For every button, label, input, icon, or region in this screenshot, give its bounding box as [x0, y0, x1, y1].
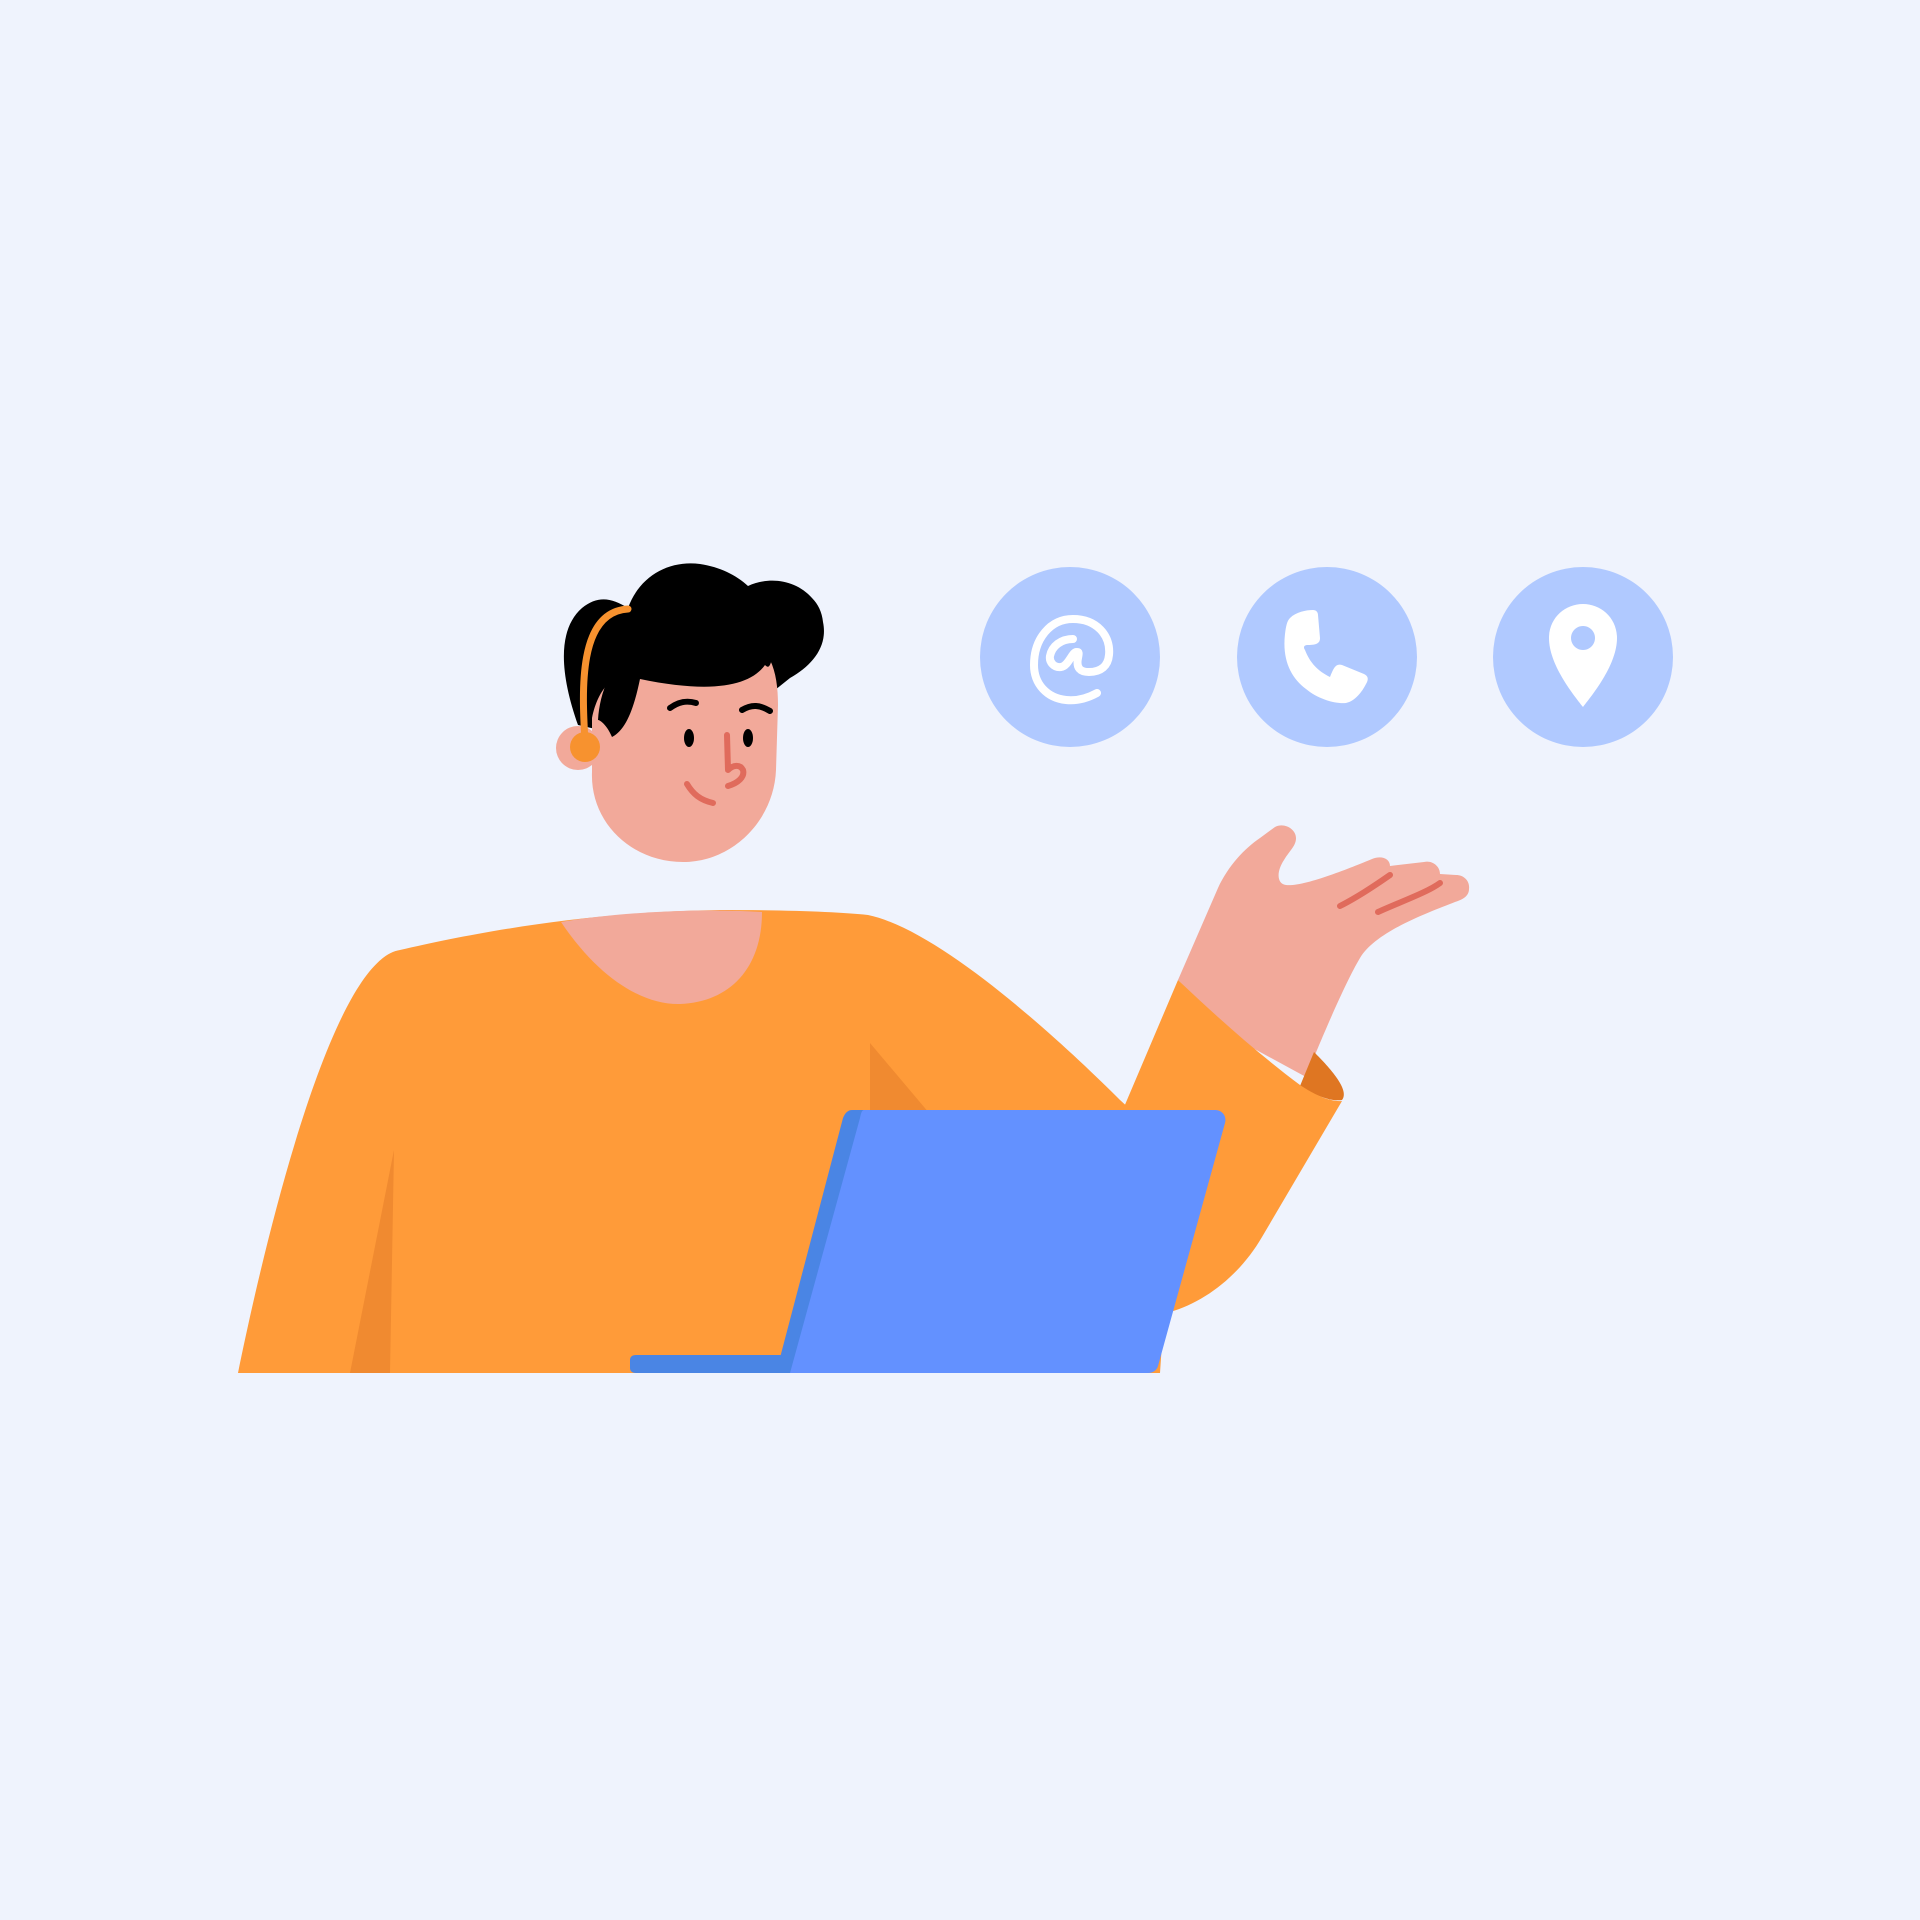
location-contact-icon: [1493, 567, 1673, 747]
email-contact-icon: [980, 567, 1160, 747]
support-agent-illustration: [238, 563, 1673, 1373]
left-eye: [684, 729, 694, 747]
contact-icons: [980, 567, 1673, 747]
laptop-base: [630, 1355, 800, 1373]
laptop-lid: [790, 1110, 1226, 1373]
right-eye: [743, 729, 753, 747]
headset-earpiece: [570, 732, 600, 762]
phone-contact-icon: [1237, 567, 1417, 747]
